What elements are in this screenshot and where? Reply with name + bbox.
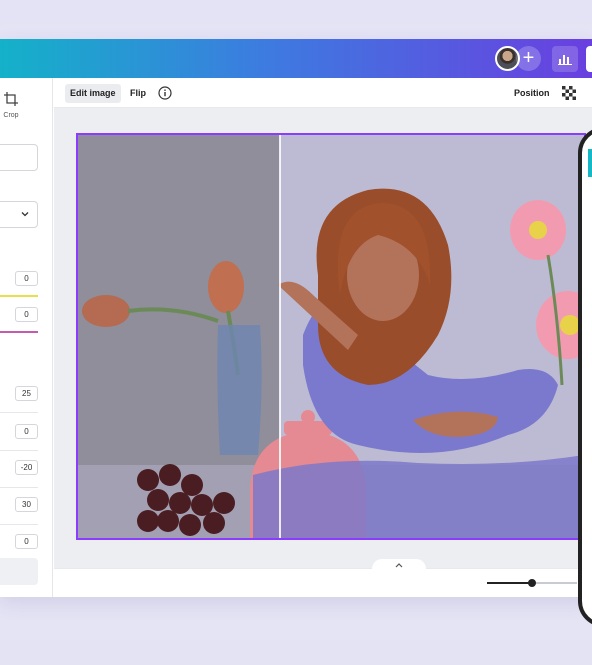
crop-icon xyxy=(4,92,18,106)
phone-screen-accent xyxy=(588,149,592,177)
divider xyxy=(0,487,38,488)
adjust-value-5[interactable]: -20 xyxy=(15,460,38,475)
reset-adjustments-button[interactable] xyxy=(0,558,38,585)
crop-label: Crop xyxy=(3,112,19,119)
slider-track-2[interactable] xyxy=(0,331,38,333)
bar-chart-icon xyxy=(558,55,572,65)
adjust-value-1[interactable]: 0 xyxy=(15,271,38,286)
phone-device xyxy=(578,127,592,627)
divider xyxy=(0,450,38,451)
chevron-down-icon xyxy=(21,212,29,217)
edit-image-button[interactable]: Edit image xyxy=(65,84,121,103)
zoom-slider-fill xyxy=(487,582,532,584)
adjust-value-6[interactable]: 30 xyxy=(15,497,38,512)
flip-button[interactable]: Flip xyxy=(130,84,146,103)
filter-select[interactable] xyxy=(0,201,38,228)
pages-toggle[interactable] xyxy=(372,559,426,571)
adjust-value-2[interactable]: 0 xyxy=(15,307,38,322)
info-icon[interactable] xyxy=(158,86,172,100)
crop-tool[interactable]: Crop xyxy=(0,92,22,119)
chevron-up-icon xyxy=(395,563,403,568)
divider xyxy=(0,412,38,413)
position-button[interactable]: Position xyxy=(514,84,550,103)
transparency-icon[interactable] xyxy=(562,86,576,100)
adjust-value-4[interactable]: 0 xyxy=(15,424,38,439)
share-button[interactable] xyxy=(586,46,592,72)
top-bar: + xyxy=(0,39,592,78)
photo-illustration xyxy=(78,135,584,538)
adjust-value-3[interactable]: 25 xyxy=(15,386,38,401)
adjust-panel: Crop 0 0 25 0 -20 30 0 xyxy=(0,78,53,597)
slider-track-1[interactable] xyxy=(0,295,38,297)
edited-photo[interactable] xyxy=(76,133,586,540)
add-collaborator-button[interactable]: + xyxy=(516,46,541,71)
adjust-value-7[interactable]: 0 xyxy=(15,534,38,549)
zoom-slider[interactable] xyxy=(487,579,577,587)
context-toolbar: Edit image Flip Position xyxy=(54,78,592,108)
divider xyxy=(0,524,38,525)
zoom-slider-knob[interactable] xyxy=(528,579,536,587)
search-field[interactable] xyxy=(0,144,38,171)
insights-button[interactable] xyxy=(552,46,578,72)
